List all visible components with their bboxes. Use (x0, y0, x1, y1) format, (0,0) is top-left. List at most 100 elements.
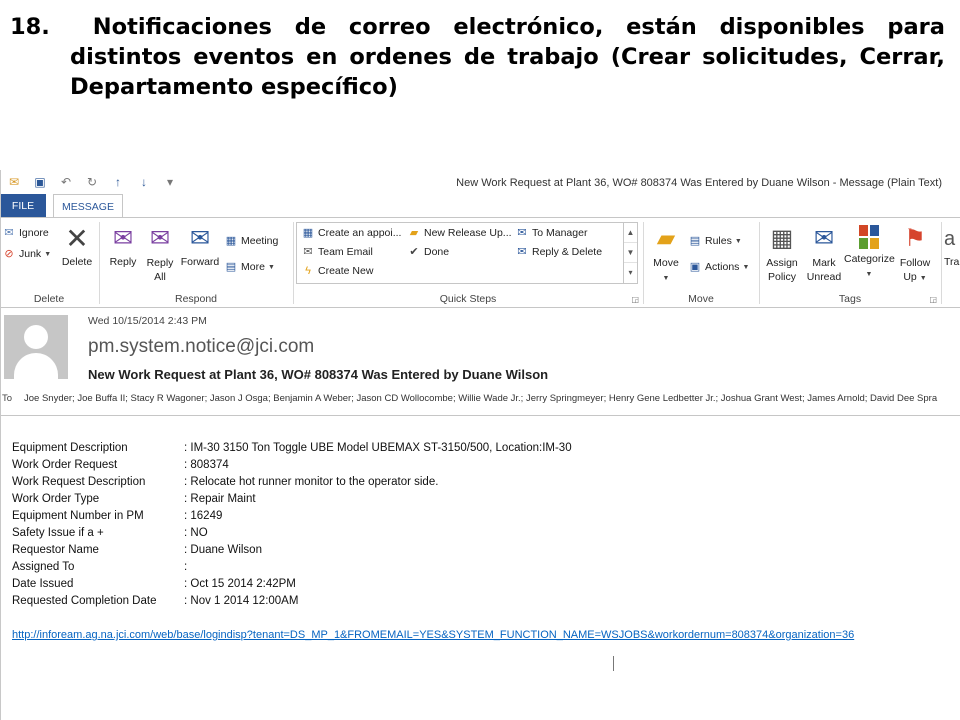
title-bar: ✉ ▣ ↶ ↻ ↑ ↓ ▾ New Work Request at Plant … (0, 170, 960, 194)
field-value: : Duane Wilson (184, 544, 262, 556)
mark-unread-button[interactable]: ✉ Mark Unread (804, 224, 844, 284)
field-value: : Oct 15 2014 2:42PM (184, 578, 296, 590)
quick-step-label: Create an appoi... (318, 227, 402, 239)
redo-icon[interactable]: ↻ (84, 174, 100, 190)
checkmark-icon: ✔ (409, 246, 419, 258)
field-value: : NO (184, 527, 208, 539)
field-label: Requestor Name (12, 544, 99, 556)
slide-heading: 18. Notificaciones de correo electrónico… (10, 12, 945, 102)
field-label: Date Issued (12, 578, 74, 590)
field-label: Assigned To (12, 561, 75, 573)
rules-button[interactable]: ▤ Rules ▼ (688, 234, 742, 248)
quick-step-create-new[interactable]: ϟ Create New (301, 264, 373, 278)
window-border (0, 170, 1, 720)
quick-step-label: To Manager (532, 227, 588, 239)
heading-line-2: distintos eventos en ordenes de trabajo … (10, 42, 945, 72)
heading-word: ordenes (349, 44, 452, 70)
move-folder-icon: ▰ (656, 225, 676, 252)
expand-gallery-icon[interactable]: ▾ (624, 263, 637, 283)
customize-toolbar-icon[interactable]: ▾ (162, 174, 178, 190)
quick-step-label: Create New (318, 265, 374, 277)
heading-word: correo (348, 14, 431, 40)
heading-word: Notificaciones (92, 14, 272, 40)
outlook-message-window: ✉ ▣ ↶ ↻ ↑ ↓ ▾ New Work Request at Plant … (0, 170, 960, 720)
previous-item-icon[interactable]: ↑ (110, 174, 126, 190)
work-order-link[interactable]: http://infoream.ag.na.jci.com/web/base/l… (12, 629, 854, 641)
heading-line-3: Departamento específico) (10, 72, 945, 102)
categorize-label: Categorize (844, 253, 895, 265)
quick-step-reply-delete[interactable]: ✉ Reply & Delete (515, 245, 602, 259)
quick-steps-label: Quick Steps (439, 293, 497, 305)
field-value: : 808374 (184, 459, 229, 471)
delete-group: ✉ Ignore ⊘ Junk ▼ ✕ Delete Delete (0, 218, 98, 307)
reply-all-label-1: Reply (146, 257, 174, 269)
assign-policy-button[interactable]: ▦ Assign Policy (762, 224, 802, 284)
message-body[interactable]: Equipment Description: IM-30 3150 Ton To… (0, 415, 960, 720)
scroll-up-icon[interactable]: ▲ (624, 223, 637, 243)
tab-file[interactable]: FILE (0, 194, 46, 218)
forward-icon: ✉ (189, 225, 211, 252)
reply-button[interactable]: ✉ Reply (106, 224, 140, 268)
move-button[interactable]: ▰ Move ▼ (648, 224, 684, 286)
heading-word: de (294, 14, 327, 40)
recipients-list[interactable]: Joe Snyder; Joe Buffa II; Stacy R Wagone… (24, 393, 937, 404)
tags-group: ▦ Assign Policy ✉ Mark Unread Categorize… (760, 218, 940, 307)
field-row: Requestor Name : Duane Wilson (12, 542, 572, 559)
more-button[interactable]: ▤ More ▼ (224, 260, 275, 274)
more-icon: ▤ (225, 261, 237, 273)
field-value: : Relocate hot runner monitor to the ope… (184, 476, 439, 488)
window-title: New Work Request at Plant 36, WO# 808374… (456, 177, 942, 189)
email-icon: ✉ (303, 246, 313, 258)
heading-word: solicitudes, (702, 44, 848, 70)
reply-delete-icon: ✉ (517, 246, 527, 258)
reply-all-button[interactable]: ✉ Reply All (142, 224, 178, 284)
reply-icon: ✉ (112, 225, 134, 252)
categorize-button[interactable]: Categorize ▼ (844, 224, 895, 282)
quick-step-label: Team Email (318, 246, 373, 258)
assign-policy-label-1: Assign (766, 257, 798, 269)
next-item-icon[interactable]: ↓ (136, 174, 152, 190)
forward-mail-icon: ✉ (517, 227, 527, 239)
heading-word: para (887, 14, 945, 40)
follow-up-label-2: Up (903, 271, 917, 283)
delete-button[interactable]: ✕ Delete (60, 224, 94, 269)
move-group-label: Move (688, 293, 714, 305)
forward-label: Forward (180, 256, 220, 268)
forward-button[interactable]: ✉ Forward (180, 224, 220, 268)
dialog-launcher-icon[interactable]: ◲ (929, 295, 937, 304)
field-row: Equipment Description: IM-30 3150 Ton To… (12, 440, 572, 457)
translate-icon: a (944, 228, 956, 250)
message-recipients: To Joe Snyder; Joe Buffa II; Stacy R Wago… (2, 393, 960, 404)
quick-step-done[interactable]: ✔ Done (407, 245, 449, 259)
follow-up-button[interactable]: ⚑ Follow Up ▼ (896, 224, 934, 286)
junk-button[interactable]: ⊘ Junk ▼ (2, 247, 51, 261)
save-icon[interactable]: ▣ (32, 174, 48, 190)
message-sender[interactable]: pm.system.notice@jci.com (88, 336, 314, 358)
sender-avatar (4, 315, 68, 379)
junk-label: Junk (19, 248, 42, 260)
dialog-launcher-icon[interactable]: ◲ (631, 295, 639, 304)
quick-step-new-release[interactable]: ▰ New Release Up... (407, 226, 512, 240)
ignore-icon: ✉ (4, 227, 14, 239)
quick-step-team-email[interactable]: ✉ Team Email (301, 245, 373, 259)
ignore-button[interactable]: ✉ Ignore (2, 226, 48, 240)
field-label: Work Request Description (12, 476, 146, 488)
chevron-down-icon: ▼ (44, 250, 52, 258)
actions-button[interactable]: ▣ Actions ▼ (688, 260, 750, 274)
field-label: Requested Completion Date (12, 595, 157, 607)
respond-group: ✉ Reply ✉ Reply All ✉ Forward ▦ Meeting … (100, 218, 292, 307)
quick-steps-scroll[interactable]: ▲ ▼ ▾ (623, 223, 637, 283)
tab-message[interactable]: MESSAGE (53, 194, 123, 218)
heading-line-3-text: Departamento específico) (70, 74, 398, 100)
quick-step-create-appointment[interactable]: ▦ Create an appoi... (301, 226, 402, 240)
heading-word: eventos (193, 44, 295, 70)
undo-icon[interactable]: ↶ (58, 174, 74, 190)
chevron-down-icon: ▼ (919, 275, 927, 282)
meeting-button[interactable]: ▦ Meeting (224, 234, 279, 248)
quick-step-to-manager[interactable]: ✉ To Manager (515, 226, 587, 240)
scroll-down-icon[interactable]: ▼ (624, 243, 637, 263)
mark-unread-label-2: Unread (806, 271, 842, 283)
translate-button[interactable]: a Tra (944, 224, 960, 268)
text-cursor (613, 656, 614, 671)
meeting-label: Meeting (241, 235, 279, 247)
